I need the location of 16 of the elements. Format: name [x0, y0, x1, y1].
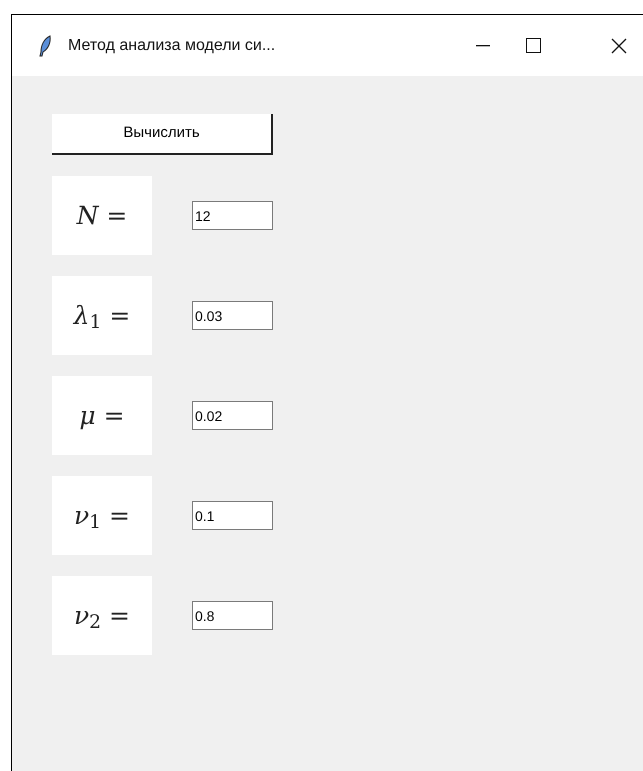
input-field[interactable]: 0.1 — [192, 501, 273, 530]
formula-text: ν$_{2}$ = — [74, 600, 130, 634]
formula-text: λ$_{1}$ = — [74, 300, 130, 334]
window-title: Метод анализа модели си... — [68, 36, 276, 56]
maximize-icon — [526, 38, 540, 53]
feather-icon — [38, 34, 52, 56]
input-field[interactable]: 0.02 — [192, 401, 273, 430]
close-icon — [611, 38, 627, 54]
input-field[interactable]: 0.03 — [192, 301, 273, 330]
formula-text: μ = — [79, 400, 125, 432]
minimize-icon — [476, 44, 490, 46]
compute-button[interactable]: Вычислить — [52, 114, 273, 155]
input-field[interactable]: 12 — [192, 201, 273, 230]
formula-text: ν$_{1}$ = — [74, 500, 130, 534]
input-field[interactable]: 0.8 — [192, 601, 273, 630]
formula-text: N = — [76, 200, 128, 232]
